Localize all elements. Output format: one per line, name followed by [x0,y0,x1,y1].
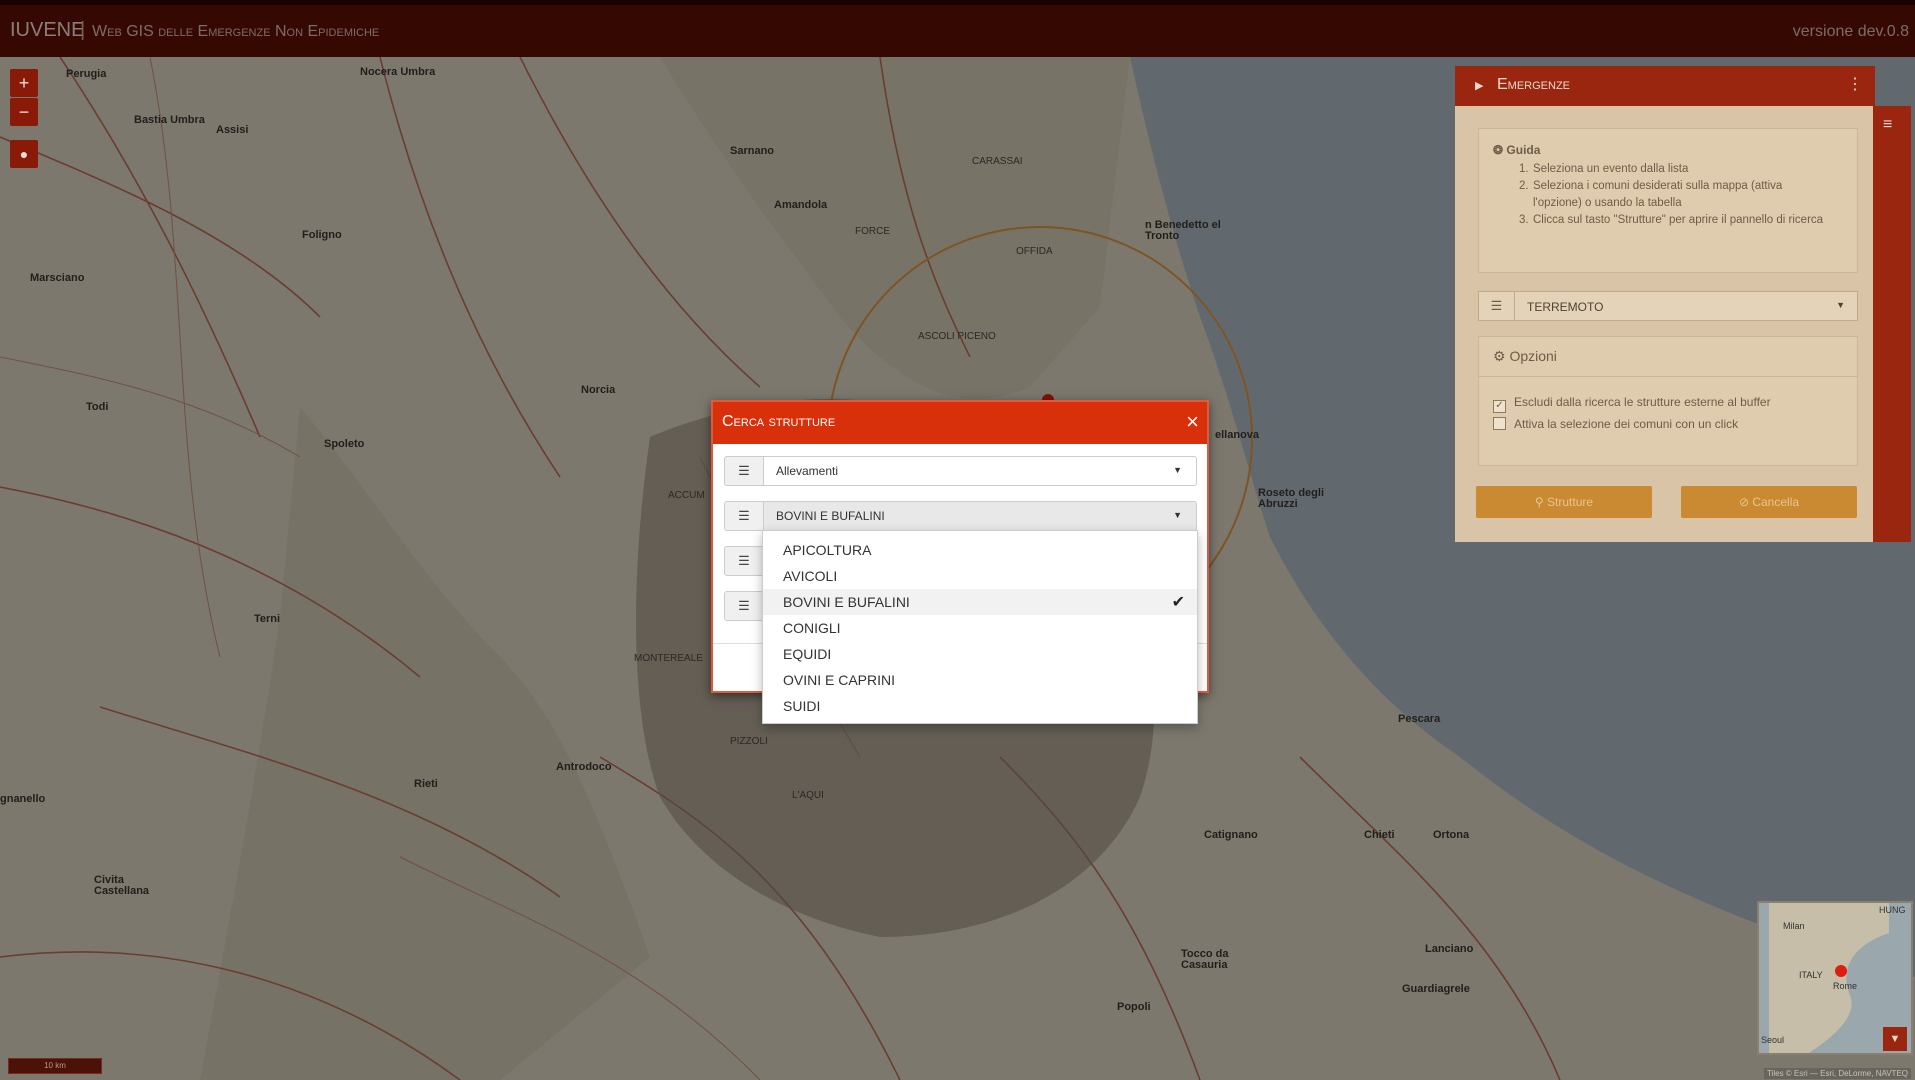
dropdown-option-label: BOVINI E BUFALINI [783,594,910,610]
zoom-in-button[interactable]: + [10,69,38,97]
minimap-label: Rome [1833,981,1858,991]
species-select-box[interactable]: BOVINI E BUFALINI ▼ [763,501,1197,531]
dropdown-option[interactable]: EQUIDI [763,641,1197,667]
close-icon[interactable]: × [1186,408,1199,436]
list-icon: ☰ [724,546,764,576]
species-select[interactable]: ☰ BOVINI E BUFALINI ▼ [724,501,1197,531]
checkmark-icon: ✔ [1171,594,1185,611]
event-select-value: TERREMOTO [1527,300,1604,314]
category-select-box[interactable]: Allevamenti ▼ [763,456,1197,486]
dropdown-option-label: OVINI E CAPRINI [783,672,896,688]
guide-box: ❂ Guida 1. Seleziona un evento dalla list… [1478,128,1858,273]
chevron-down-icon: ▼ [1173,465,1182,475]
gear-icon: ⚙ [1493,348,1506,364]
list-icon: ☰ [724,591,764,621]
exclude-buffer-option[interactable]: ✓ Escludi dalla ricerca le strutture este… [1493,395,1771,413]
category-select[interactable]: ☰ Allevamenti ▼ [724,456,1197,486]
guide-step: 1. Seleziona un evento dalla lista [1519,163,1689,175]
kebab-menu-icon[interactable]: ⋮ [1847,74,1863,94]
info-icon: ❂ [1493,143,1504,157]
panel-header[interactable]: ▶ Emergenze ⋮ [1455,66,1875,106]
dropdown-option[interactable]: AVICOLI [763,563,1197,589]
emergency-panel: ▶ Emergenze ⋮ ❂ Guida 1. Seleziona un eve… [1455,66,1875,542]
search-icon: ⚲ [1534,495,1544,509]
guide-steps: 1. Seleziona un evento dalla lista 2. Sele… [1519,161,1833,229]
minimap-label: Seoul [1761,1035,1785,1045]
minimap-toggle-button[interactable]: ▼ [1883,1027,1907,1051]
minimap-location-marker [1835,965,1847,977]
list-icon: ☰ [724,456,764,486]
modal-title: Cerca strutture [722,413,836,430]
map-scale-bar: 10 km [8,1058,102,1074]
minimap-label: Milan [1783,921,1805,931]
minimap-label: ITALY [1799,970,1823,980]
dropdown-option-label: APICOLTURA [783,542,872,558]
caret-right-icon[interactable]: ▶ [1475,79,1483,92]
exclude-buffer-checkbox[interactable]: ✓ [1493,400,1506,413]
options-box: ⚙ Opzioni ✓ Escludi dalla ricerca le stru… [1478,336,1858,466]
globe-icon[interactable]: ● [10,140,38,168]
event-select[interactable]: ☰ TERREMOTO ▼ [1478,291,1858,321]
chevron-down-icon: ▼ [1173,510,1182,520]
panel-sidebar: ≡ [1873,106,1911,542]
dropdown-option[interactable]: BOVINI E BUFALINI ✔ [763,589,1197,615]
layers-icon[interactable]: ≡ [1883,116,1892,134]
chevron-down-icon: ▼ [1836,300,1845,310]
options-title: ⚙ Opzioni [1479,337,1857,377]
guide-step: 2. Seleziona i comuni desiderati sulla ma… [1519,180,1783,209]
ban-icon: ⊘ [1738,495,1749,509]
click-select-option[interactable]: Attiva la selezione dei comuni con un cl… [1493,417,1738,431]
dropdown-option-label: CONIGLI [783,620,841,636]
dropdown-option[interactable]: SUIDI [763,693,1197,719]
dropdown-option[interactable]: OVINI E CAPRINI [763,667,1197,693]
list-icon: ☰ [724,501,764,531]
panel-title: Emergenze [1497,76,1571,93]
dropdown-option-label: AVICOLI [783,568,838,584]
dropdown-option[interactable]: CONIGLI [763,615,1197,641]
dropdown-option-label: SUIDI [783,698,821,714]
species-dropdown-menu: APICOLTURA AVICOLI BOVINI E BUFALINI ✔ CONIG… [762,530,1198,724]
structures-button[interactable]: ⚲ Strutture [1476,486,1652,518]
guide-title: ❂ Guida [1493,143,1541,157]
zoom-out-button[interactable]: − [10,98,38,126]
dropdown-option[interactable]: APICOLTURA [763,537,1197,563]
cancel-button[interactable]: ⊘ Cancella [1681,486,1857,518]
list-icon: ☰ [1479,292,1515,320]
species-select-value: BOVINI E BUFALINI [776,509,885,523]
click-select-checkbox[interactable] [1493,417,1506,430]
map-attribution: Tiles © Esri — Esri, DeLorme, NAVTEQ [1763,1068,1911,1079]
category-select-value: Allevamenti [776,464,839,478]
modal-header: Cerca strutture × [713,402,1207,444]
dropdown-option-label: EQUIDI [783,646,832,662]
minimap-label: HUNG [1879,905,1906,915]
guide-step: 3. Clicca sul tasto "Strutture" per aprir… [1519,214,1824,226]
